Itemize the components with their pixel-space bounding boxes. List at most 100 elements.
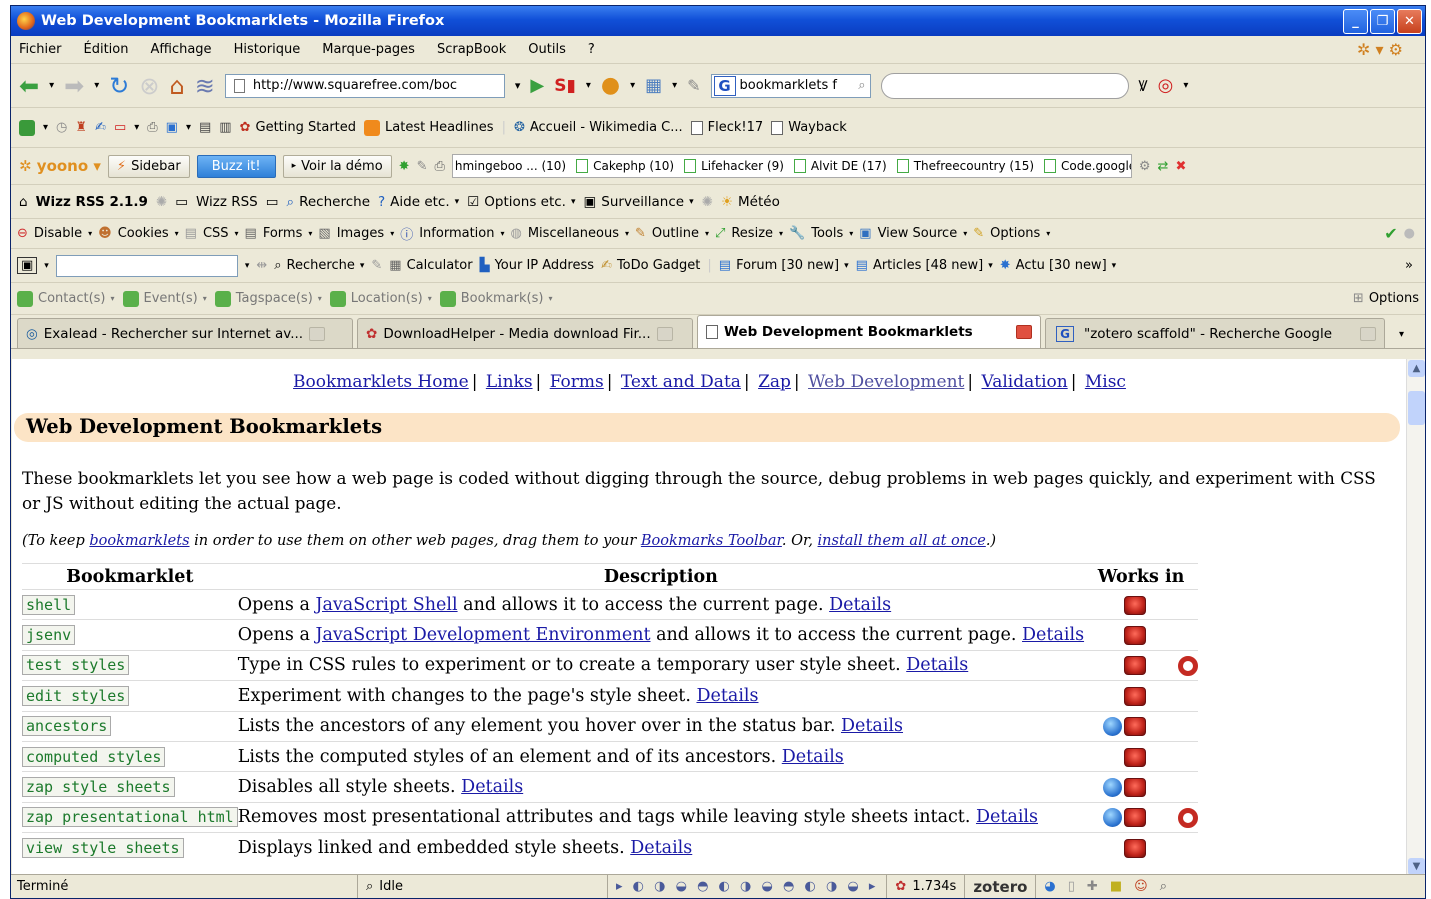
search-engine-box[interactable]: G bookmarklets f ⌕ [710, 73, 871, 98]
check-icon[interactable]: ✔ [1384, 224, 1397, 243]
clock-icon[interactable]: ◷ [56, 120, 67, 135]
tab-list-icon[interactable]: ▾ [1399, 329, 1404, 340]
gadget-calculator[interactable]: ▦ Calculator [389, 258, 472, 273]
search-icon[interactable]: ⌕ [858, 78, 865, 93]
meteo-button[interactable]: ☀ Météo [721, 194, 780, 210]
details-link[interactable]: Details [782, 747, 844, 767]
settings-icon[interactable]: ⚙ [1139, 159, 1151, 174]
history-icon[interactable]: ≋ [195, 74, 215, 98]
network-icon[interactable]: ◕ [1044, 879, 1055, 894]
pin-icon[interactable]: ✎ [687, 76, 700, 95]
nav-link-web-dev[interactable]: Web Development [808, 372, 964, 392]
wizz-rss-button[interactable]: Wizz RSS [196, 194, 258, 210]
details-link[interactable]: Details [829, 595, 891, 615]
window-icon[interactable]: ▣ [166, 120, 178, 135]
bookmarklet-link[interactable]: edit styles [22, 685, 130, 706]
bookmark-latest-headlines[interactable]: Latest Headlines [364, 119, 494, 136]
tw-icon[interactable]: Ꝟ [1139, 76, 1148, 96]
stop-icon[interactable]: ⊗ [139, 74, 159, 98]
menu-fichier[interactable]: Fichier [19, 42, 62, 57]
locations-item[interactable]: Location(s) ▾ [329, 290, 432, 307]
nav-link-text-data[interactable]: Text and Data [621, 372, 741, 392]
tag-item[interactable]: Alvit DE (17) [793, 159, 887, 173]
gadget-actu[interactable]: ✸ Actu [30 new] ▾ [1000, 258, 1116, 273]
scroll-thumb[interactable] [1408, 391, 1425, 425]
description-link[interactable]: JavaScript Shell [315, 595, 457, 615]
url-dropdown-icon[interactable]: ▾ [515, 79, 521, 92]
webdev-cookies[interactable]: Cookies [118, 226, 169, 241]
bookmarklet-link[interactable]: shell [22, 594, 76, 615]
sidebar-button[interactable]: ⚡ Sidebar [107, 154, 190, 178]
bookmark-getting-started[interactable]: ✿ Getting Started [240, 120, 356, 135]
stumble-icon[interactable]: S▮ [554, 76, 576, 96]
status-square-icon[interactable]: ■ [1110, 879, 1122, 894]
vertical-scrollbar[interactable]: ▲ ▼ [1406, 359, 1425, 876]
aide-button[interactable]: ? Aide etc. ▾ [378, 194, 459, 210]
green-tool-icon[interactable]: ✸ [399, 159, 410, 174]
menu-scrapbook[interactable]: ScrapBook [437, 42, 506, 57]
webdev-miscellaneous[interactable]: Miscellaneous [528, 226, 619, 241]
back-icon[interactable]: ⬅ [19, 74, 39, 98]
webdev-options[interactable]: Options [990, 226, 1040, 241]
bookmarklets-link[interactable]: bookmarklets [89, 533, 189, 549]
contacts-item[interactable]: Contact(s) ▾ [17, 290, 115, 307]
back-dropdown-icon[interactable]: ▾ [49, 80, 54, 91]
media-controls[interactable]: ▸ ◐ ◑ ◒ ◓ ◐ ◑ ◒ ◓ ◐ ◑ ◒ ▸ [607, 875, 886, 898]
bookmark-wayback[interactable]: Wayback [771, 120, 847, 135]
bookmarklet-link[interactable]: view style sheets [22, 838, 184, 859]
page-icon[interactable]: ▯ [1068, 879, 1075, 894]
webdev-information[interactable]: Information [419, 226, 494, 241]
minimize-button[interactable]: _ [1343, 8, 1368, 34]
tab-close-icon[interactable] [1360, 326, 1376, 341]
extension-orb-icon[interactable]: ● [601, 73, 620, 98]
tag-item[interactable]: Lifehacker (9) [684, 159, 784, 173]
bookmarks-item[interactable]: Bookmark(s) ▾ [439, 290, 553, 307]
nav-link-forms[interactable]: Forms [550, 372, 604, 392]
tab-exalead[interactable]: ◎ Exalead - Rechercher sur Internet av..… [17, 318, 353, 348]
webdev-images[interactable]: Images [337, 226, 385, 241]
zoom-icon[interactable]: ⌕ [1160, 879, 1167, 894]
gadget-dropdown-icon[interactable]: ▾ [245, 261, 250, 271]
menu-historique[interactable]: Historique [234, 42, 301, 57]
webdev-view-source[interactable]: View Source [878, 226, 958, 241]
bookmarklet-link[interactable]: ancestors [22, 716, 112, 737]
wand-icon[interactable]: ✍ [95, 120, 106, 135]
nav-link-validation[interactable]: Validation [982, 372, 1068, 392]
bookmarklet-link[interactable]: jsenv [22, 625, 76, 646]
description-link[interactable]: JavaScript Development Environment [315, 625, 650, 645]
gadget-forum[interactable]: ▤ Forum [30 new] ▾ [719, 258, 849, 273]
tab-close-icon[interactable] [309, 326, 326, 341]
tab-close-icon[interactable] [656, 326, 673, 341]
gadget-ip[interactable]: ▙ Your IP Address [480, 258, 594, 273]
pin-tool-icon[interactable]: ✎ [417, 159, 428, 174]
details-link[interactable]: Details [906, 655, 968, 675]
zotero-button[interactable]: zotero [964, 875, 1035, 898]
gadget-articles[interactable]: ▤ Articles [48 new] ▾ [856, 258, 993, 273]
wizz-window-icon[interactable]: ▭ [175, 194, 188, 210]
smiley-icon[interactable]: ☺ [1134, 879, 1148, 894]
extension-star-icon[interactable]: ✲ ▾ ⚙ [1357, 40, 1403, 59]
options-button[interactable]: ☑ Options etc. ▾ [467, 194, 575, 210]
screen-icon[interactable]: ▭ [114, 120, 126, 135]
tag-item[interactable]: Thefreecountry (15) [896, 159, 1034, 173]
tag-item[interactable]: Code.google ( [1044, 159, 1131, 173]
printer-icon[interactable]: ⎙ [434, 159, 444, 174]
recherche-button[interactable]: ⌕ Recherche [287, 194, 370, 210]
buzz-button[interactable]: Buzz it! [196, 154, 276, 178]
tag-item[interactable]: Cakephp (10) [576, 159, 674, 173]
nav-link-misc[interactable]: Misc [1085, 372, 1126, 392]
bookmarklet-link[interactable]: computed styles [22, 746, 166, 767]
save-tool-icon[interactable]: ▥ [219, 120, 231, 135]
yoono-logo-icon[interactable]: ✲ yoono ▾ [19, 157, 101, 175]
webdev-css[interactable]: CSS [203, 226, 229, 241]
wizz-window-icon-2[interactable]: ▭ [266, 194, 279, 210]
forward-dropdown-icon[interactable]: ▾ [94, 80, 99, 91]
nav-link-zap[interactable]: Zap [758, 372, 791, 392]
details-link[interactable]: Details [841, 716, 903, 736]
go-icon[interactable]: ▶ [530, 75, 544, 96]
webdev-outline[interactable]: Outline [652, 226, 699, 241]
bookmark-wikimedia[interactable]: ❂ Accueil - Wikimedia C... [514, 120, 683, 135]
opera-style-icon[interactable]: ◎ [1158, 75, 1174, 96]
webdev-forms[interactable]: Forms [263, 226, 303, 241]
home-icon[interactable]: ⌂ [170, 74, 185, 98]
